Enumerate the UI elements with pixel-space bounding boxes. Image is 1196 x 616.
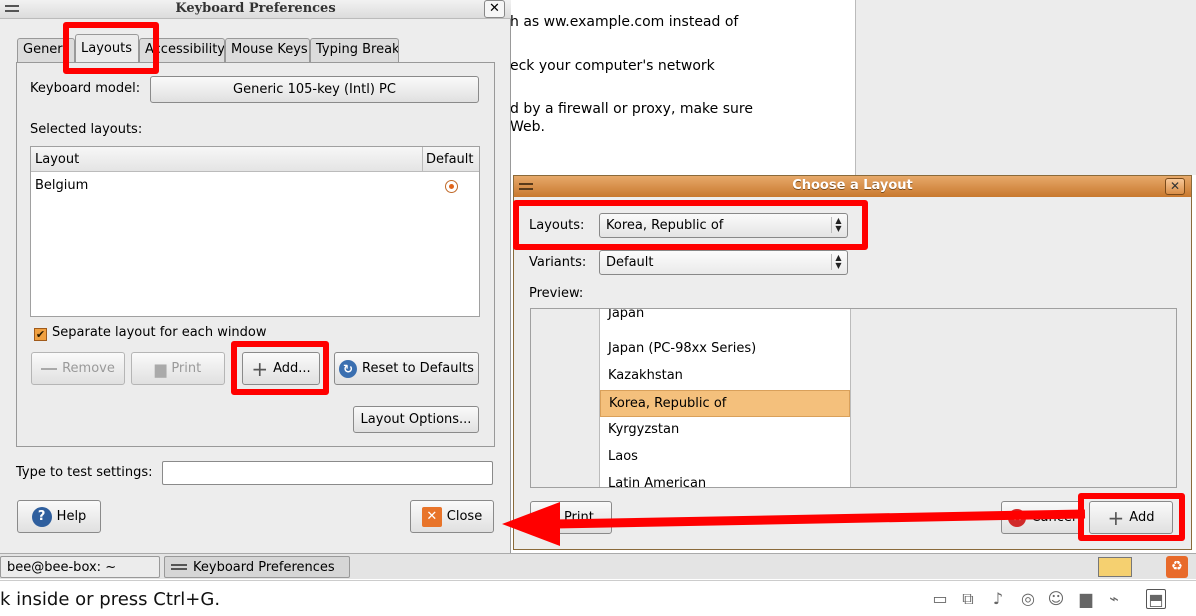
- taskbar-item-keyboard-preferences[interactable]: Keyboard Preferences: [164, 556, 350, 578]
- list-item[interactable]: Kyrgyzstan: [600, 417, 850, 444]
- variants-combo-value: Default: [606, 255, 654, 270]
- sound-icon[interactable]: ♪: [988, 589, 1008, 609]
- list-item[interactable]: Japan (PC-98xx Series): [600, 336, 850, 363]
- default-radio[interactable]: [445, 180, 458, 193]
- variants-label: Variants:: [529, 255, 587, 270]
- bg-text-line: h as ww.example.com instead of: [510, 14, 739, 30]
- separate-layout-checkbox[interactable]: ✔: [34, 328, 47, 341]
- arrow-head: [502, 502, 560, 546]
- window-titlebar: Keyboard Preferences ✕: [0, 0, 511, 19]
- keyboard-model-button[interactable]: Generic 105-key (Intl) PC: [150, 76, 479, 103]
- preview-label: Preview:: [529, 286, 584, 301]
- column-divider: [422, 147, 423, 171]
- dialog-title: Choose a Layout: [792, 178, 913, 193]
- taskbar-item-terminal[interactable]: bee@bee-box: ~: [0, 556, 160, 578]
- list-item[interactable]: Japan: [600, 309, 850, 328]
- layout-name: Belgium: [35, 178, 89, 193]
- taskbar-item-label: bee@bee-box: ~: [7, 559, 117, 575]
- column-header-default[interactable]: Default: [426, 152, 474, 167]
- close-button-label: Close: [446, 509, 483, 524]
- close-button[interactable]: ✕ Close: [410, 500, 494, 533]
- network-icon[interactable]: ⧉: [958, 589, 978, 609]
- status-text: k inside or press Ctrl+G.: [0, 589, 221, 610]
- background-webpage: h as ww.example.com instead of eck your …: [510, 0, 856, 175]
- keyboard-preview[interactable]: Japan Japan (PC-98xx Series) Kazakhstan …: [530, 308, 1177, 488]
- background-panel: [856, 0, 1196, 175]
- annotation-highlight-dialog-add: [1078, 493, 1185, 541]
- workspace-switcher-icon[interactable]: [1098, 557, 1132, 577]
- dialog-close-button[interactable]: ✕: [1165, 178, 1185, 195]
- minus-icon: [41, 367, 58, 370]
- window-close-button[interactable]: ✕: [484, 0, 505, 18]
- combo-arrows-icon: ▲ ▼: [831, 254, 843, 270]
- dialog-titlebar: Choose a Layout ✕: [514, 176, 1191, 197]
- test-settings-input[interactable]: [162, 461, 493, 485]
- vm-statusbar: k inside or press Ctrl+G. ▭ ⧉ ♪ ◎ ☺ ▆ ⌁ …: [0, 580, 1196, 616]
- remove-button[interactable]: Remove: [31, 352, 125, 385]
- help-icon: ?: [31, 506, 52, 527]
- help-button-label: Help: [56, 509, 87, 524]
- user-icon[interactable]: ☺: [1046, 589, 1066, 609]
- annotation-highlight-layouts-tab: [63, 22, 159, 74]
- arrow-shaft: [554, 509, 1086, 529]
- print-button-label: Print: [171, 361, 202, 376]
- list-header: Layout Default: [31, 147, 479, 172]
- window-title: Keyboard Preferences: [175, 1, 336, 16]
- bg-text-line: Web.: [510, 119, 545, 135]
- remove-button-label: Remove: [62, 361, 115, 376]
- hard-disk-icon[interactable]: ▭: [930, 589, 950, 609]
- list-item[interactable]: Kazakhstan: [600, 363, 850, 390]
- reset-button-label: Reset to Defaults: [362, 361, 474, 376]
- refresh-icon: ↻: [339, 359, 358, 378]
- printer-icon[interactable]: ▆: [1076, 589, 1096, 609]
- usb-icon[interactable]: ⌁: [1104, 589, 1124, 609]
- table-row[interactable]: Belgium: [31, 176, 479, 198]
- column-header-layout[interactable]: Layout: [35, 152, 79, 167]
- keyboard-model-value: Generic 105-key (Intl) PC: [233, 82, 396, 97]
- selected-layouts-label: Selected layouts:: [30, 122, 143, 137]
- annotation-highlight-layouts-combo: [513, 200, 868, 250]
- cd-icon[interactable]: ◎: [1018, 589, 1038, 609]
- taskbar: bee@bee-box: ~ Keyboard Preferences ♻: [0, 553, 1196, 579]
- keyboard-preferences-window: Keyboard Preferences ✕ Gener Layouts Acc…: [0, 0, 511, 553]
- help-button[interactable]: ? Help: [17, 500, 101, 533]
- trash-icon[interactable]: ♻: [1166, 556, 1188, 578]
- test-settings-label: Type to test settings:: [16, 465, 153, 480]
- vm-icon[interactable]: ⬒: [1146, 589, 1166, 609]
- reset-to-defaults-button[interactable]: ↻ Reset to Defaults: [334, 352, 479, 385]
- layout-list[interactable]: Japan Japan (PC-98xx Series) Kazakhstan …: [599, 309, 851, 487]
- keyboard-model-label: Keyboard model:: [30, 81, 141, 96]
- keyboard-icon: [171, 564, 187, 570]
- separate-layout-label: Separate layout for each window: [52, 325, 267, 340]
- list-item[interactable]: Laos: [600, 444, 850, 471]
- layouts-list[interactable]: Layout Default Belgium: [30, 146, 480, 317]
- bg-text-line: d by a firewall or proxy, make sure: [510, 101, 753, 117]
- variants-combo[interactable]: Default ▲ ▼: [599, 250, 848, 275]
- annotation-highlight-add-button: [231, 341, 329, 395]
- list-item-selected[interactable]: Korea, Republic of: [600, 390, 850, 417]
- list-item[interactable]: Latin American: [600, 471, 850, 487]
- close-icon: ✕: [421, 506, 442, 527]
- annotation-arrow: [502, 502, 1086, 546]
- tab-typing-break[interactable]: Typing Break: [310, 38, 399, 62]
- layout-options-label: Layout Options...: [360, 412, 472, 427]
- taskbar-item-label: Keyboard Preferences: [193, 559, 335, 575]
- tab-mouse-keys[interactable]: Mouse Keys: [225, 38, 310, 62]
- layout-options-button[interactable]: Layout Options...: [353, 406, 479, 433]
- printer-icon: ▆: [154, 359, 167, 378]
- print-button[interactable]: ▆ Print: [131, 352, 225, 385]
- bg-text-line: eck your computer's network: [510, 58, 715, 74]
